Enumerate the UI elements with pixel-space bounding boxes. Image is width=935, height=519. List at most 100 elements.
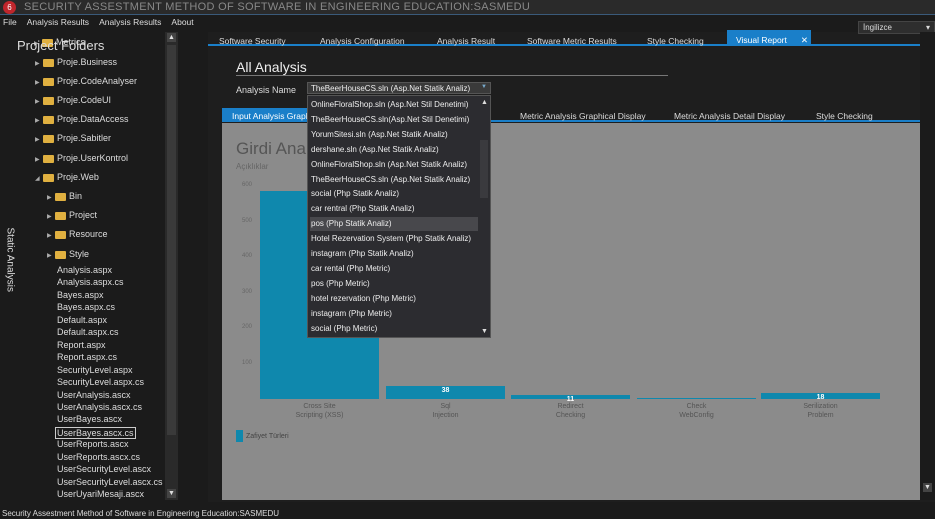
tree-folder-item[interactable]: ▶ Proje.DataAccess (35, 114, 129, 124)
tree-item-label: Resource (69, 229, 108, 239)
x-tick-label-line: Check (686, 403, 707, 410)
tab-analysis-configuration[interactable]: Analysis Configuration (320, 36, 405, 46)
analysis-name-combo[interactable]: TheBeerHouseCS.sln (Asp.Net Statik Anali… (307, 82, 491, 94)
scroll-up-icon[interactable]: ▲ (480, 98, 489, 107)
tree-file-item-selected[interactable]: UserBayes.ascx.cs (55, 426, 136, 439)
tree-file-item[interactable]: UserSecurityLevel.ascx.cs (57, 477, 163, 487)
x-tick-label: Redirect Checking (511, 402, 630, 420)
tree-file-item[interactable]: UserUyariMesaji.ascx (57, 489, 144, 499)
tree-file-item[interactable]: UserAnalysis.ascx.cs (57, 402, 142, 412)
combo-value: TheBeerHouseCS.sln (Asp.Net Statik Anali… (311, 84, 471, 93)
chevron-right-icon[interactable]: ▶ (47, 252, 55, 259)
dropdown-option[interactable]: TheBeerHouseCS.sln(Asp.Net Stil Denetimi… (310, 113, 480, 127)
scroll-down-icon[interactable]: ▼ (923, 483, 932, 492)
dropdown-option[interactable]: OnlineFloralShop.sln (Asp.Net Statik Ana… (310, 158, 480, 172)
chevron-right-icon[interactable]: ▶ (35, 79, 43, 86)
dropdown-option[interactable]: social (Php Metric) (310, 322, 480, 336)
dropdown-option[interactable]: YorumSitesi.sln (Asp.Net Statik Analiz) (310, 128, 480, 142)
scroll-down-icon[interactable]: ▼ (167, 489, 176, 498)
tree-file-item[interactable]: UserReports.ascx (57, 439, 129, 449)
chevron-right-icon[interactable]: ▶ (35, 117, 43, 124)
tree-file-item[interactable]: Bayes.aspx.cs (57, 302, 115, 312)
tree-file-item[interactable]: UserReports.ascx.cs (57, 452, 140, 462)
tree-file-item[interactable]: Report.aspx (57, 340, 106, 350)
tree-file-item[interactable]: UserAnalysis.ascx (57, 390, 131, 400)
dropdown-option[interactable]: OnlineFloralShop.sln (Asp.Net Stil Denet… (310, 98, 480, 112)
tree-file-item[interactable]: Analysis.aspx (57, 265, 112, 275)
subtab-metric-graphical[interactable]: Metric Analysis Graphical Display (520, 111, 646, 121)
tab-software-security[interactable]: Software Security (219, 36, 286, 46)
x-tick-label: Serilization Problem (761, 402, 880, 420)
tree-file-item[interactable]: Default.aspx (57, 315, 107, 325)
chevron-down-icon[interactable]: ◢ (35, 175, 43, 182)
tree-folder-item[interactable]: ▶ Bin (47, 191, 82, 201)
tab-style-checking[interactable]: Style Checking (647, 36, 704, 46)
tree-folder-item[interactable]: ▶ Proje.Sabitler (35, 133, 111, 143)
tree-folder-item[interactable]: ▶ Style (47, 249, 89, 259)
tree-item-label: Proje.Web (57, 172, 99, 182)
dropdown-option[interactable]: pos (Php Metric) (310, 277, 480, 291)
tree-scrollbar-thumb[interactable] (167, 45, 176, 435)
chevron-right-icon[interactable]: ▶ (47, 232, 55, 239)
tree-folder-item[interactable]: ▶ Resource (47, 229, 108, 239)
dropdown-option[interactable]: instagram (Php Metric) (310, 307, 480, 321)
scroll-down-icon[interactable]: ▼ (480, 327, 489, 336)
dropdown-scrollbar[interactable] (478, 96, 490, 337)
app-logo-icon: 6 (3, 1, 16, 14)
tree-item-label: Proje.CodeAnalyser (57, 76, 138, 86)
tab-software-metric-results[interactable]: Software Metric Results (527, 36, 617, 46)
dropdown-scrollbar-thumb[interactable] (480, 140, 488, 198)
chevron-right-icon[interactable]: ▶ (35, 98, 43, 105)
dropdown-option[interactable]: social (Php Statik Analiz) (310, 187, 480, 201)
tree-folder-item[interactable]: ▶ Project (47, 210, 97, 220)
tab-visual-report[interactable]: Visual Report ✕ (727, 30, 811, 45)
dropdown-option[interactable]: dershane.sln (Asp.Net Statik Analiz) (310, 143, 480, 157)
tree-folder-item[interactable]: ▶ Proje.UserKontrol (35, 153, 128, 163)
dropdown-option[interactable]: TheBeerHouseCS.sln (Asp.Net Statik Anali… (310, 173, 480, 187)
dropdown-option[interactable]: hotel rezervation (Php Metric) (310, 292, 480, 306)
chevron-right-icon[interactable]: ▶ (35, 156, 43, 163)
dropdown-option[interactable]: car rental (Php Metric) (310, 262, 480, 276)
close-icon[interactable]: ✕ (801, 35, 808, 45)
scroll-up-icon[interactable]: ▲ (167, 33, 176, 42)
subtab-style-checking[interactable]: Style Checking (816, 111, 873, 121)
x-tick-label: Sql Injection (386, 402, 505, 420)
folder-icon (55, 211, 66, 220)
dropdown-option[interactable]: instagram (Php Statik Analiz) (310, 247, 480, 261)
tree-file-item[interactable]: SecurityLevel.aspx (57, 365, 133, 375)
language-value: İngilizce (863, 23, 892, 32)
tree-file-item[interactable]: Analysis.aspx.cs (57, 277, 124, 287)
tab-analysis-result[interactable]: Analysis Result (437, 36, 495, 46)
main-scrollbar[interactable] (920, 32, 935, 500)
x-tick-label-line: Redirect (557, 403, 584, 410)
tree-file-item[interactable]: Default.aspx.cs (57, 327, 119, 337)
tree-folder-item[interactable]: ▶ Proje.CodeAnalyser (35, 76, 137, 86)
menu-analysis-results[interactable]: Analysis Results (27, 17, 89, 29)
tree-file-item[interactable]: Report.aspx.cs (57, 352, 117, 362)
bar-3[interactable] (637, 398, 756, 399)
dropdown-option[interactable]: pos (Php Statik Analiz) (310, 217, 480, 232)
tree-file-item[interactable]: SecurityLevel.aspx.cs (57, 377, 144, 387)
tree-file-item[interactable]: UserBayes.ascx (57, 414, 122, 424)
tree-file-item[interactable]: UserSecurityLevel.ascx (57, 464, 151, 474)
chevron-right-icon[interactable]: ▶ (47, 194, 55, 201)
folder-icon (43, 154, 54, 163)
menu-bar: File Analysis Results Analysis Results A… (0, 17, 194, 29)
dropdown-option[interactable]: Hotel Rezervation System (Php Statik Ana… (310, 232, 480, 246)
menu-about[interactable]: About (171, 17, 193, 29)
menu-analysis-results-2[interactable]: Analysis Results (99, 17, 161, 29)
tree-file-item[interactable]: Bayes.aspx (57, 290, 104, 300)
subtab-input-graphical[interactable]: Input Analysis Graphical Display (222, 108, 312, 122)
chevron-right-icon[interactable]: ▶ (35, 60, 43, 67)
subtab-metric-detail[interactable]: Metric Analysis Detail Display (674, 111, 785, 121)
static-analysis-side-tab[interactable]: Static Analysis (5, 228, 16, 308)
dropdown-option[interactable]: car rentral (Php Statik Analiz) (310, 202, 480, 216)
tree-folder-item[interactable]: ▶ Proje.Business (35, 57, 117, 67)
tree-folder-item[interactable]: ◢ Proje.Web (35, 172, 99, 182)
tree-folder-item[interactable]: ▶ Proje.CodeUI (35, 95, 111, 105)
chevron-right-icon[interactable]: ▶ (47, 213, 55, 220)
chevron-right-icon[interactable]: ▶ (35, 136, 43, 143)
menu-file[interactable]: File (3, 17, 17, 29)
folder-icon (55, 250, 66, 259)
folder-icon (43, 58, 54, 67)
